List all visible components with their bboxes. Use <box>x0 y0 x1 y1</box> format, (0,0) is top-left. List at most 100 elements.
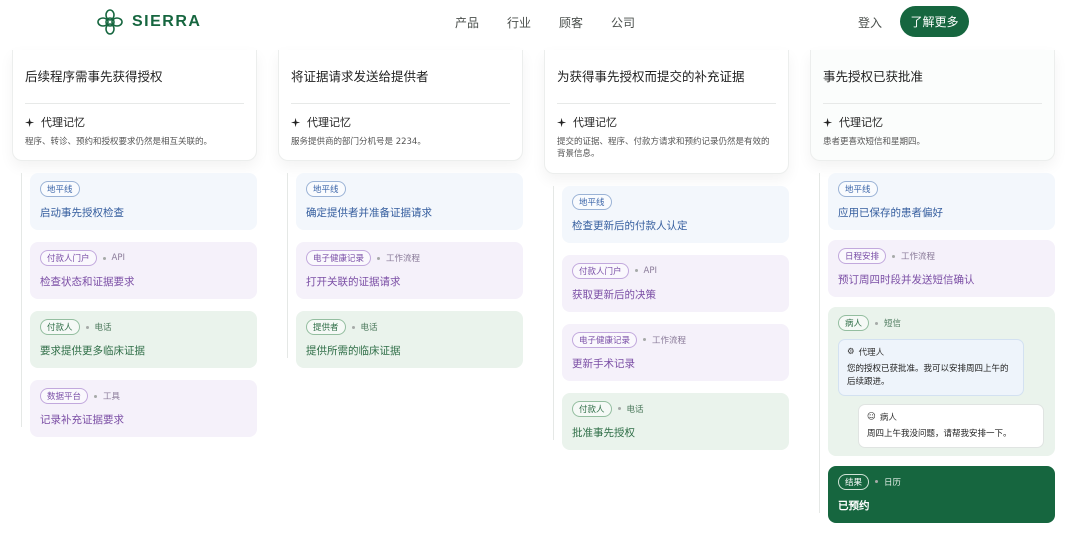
step-kind: 电话 <box>94 323 112 334</box>
memory-row: 代理记忆 <box>557 114 776 130</box>
column-header-card: 后续程序需事先获得授权 代理记忆 程序、转诊、预约和授权要求仍然是相互关联的。 <box>12 50 257 162</box>
source-tag: 电子健康记录 <box>572 331 638 348</box>
column-title: 后续程序需事先获得授权 <box>25 66 244 104</box>
step-kind: API <box>111 253 125 264</box>
sparkle-icon <box>291 117 301 127</box>
step-kind: 短信 <box>884 319 902 330</box>
step-list: 地平线 应用已保存的患者偏好 日程安排 工作流程 预订周四时段并发送短信确认 病人… <box>810 173 1055 523</box>
logo-text: SIERRA <box>132 13 202 30</box>
menu-item-industries[interactable]: 行业 <box>507 14 531 31</box>
agent-message: ⚙ 代理人 您的授权已获批准。我可以安排周四上午的后续跟进。 <box>838 339 1024 396</box>
column-header-card: 为获得事先授权而提交的补充证据 代理记忆 提交的证据、程序、付款方请求和预约记录… <box>544 50 789 174</box>
memory-label: 代理记忆 <box>41 116 85 129</box>
step-text: 检查状态和证据要求 <box>40 276 135 289</box>
result-card: 结果 日历 已预约 <box>828 465 1055 523</box>
step-text: 应用已保存的患者偏好 <box>838 207 943 220</box>
separator-dot <box>892 254 896 258</box>
step-card: 地平线 确定提供者并准备证据请求 <box>296 173 523 231</box>
step-kind: API <box>643 265 657 276</box>
memory-text: 患者更喜欢短信和星期四。 <box>823 137 926 147</box>
agent-message-text: 您的授权已获批准。我可以安排周四上午的后续跟进。 <box>847 364 1009 388</box>
step-text: 获取更新后的决策 <box>572 288 656 301</box>
separator-dot <box>351 325 355 329</box>
separator-dot <box>634 269 638 273</box>
column-title: 为获得事先授权而提交的补充证据 <box>557 66 776 104</box>
separator-dot <box>875 480 879 484</box>
separator-dot <box>875 321 879 325</box>
step-text: 确定提供者并准备证据请求 <box>306 207 432 220</box>
source-tag: 付款人 <box>572 400 612 417</box>
memory-label: 代理记忆 <box>839 116 883 129</box>
memory-row: 代理记忆 <box>291 114 510 130</box>
separator-dot <box>85 325 89 329</box>
step-kind: 工具 <box>103 392 121 403</box>
step-card: 地平线 检查更新后的付款人认定 <box>562 185 789 243</box>
step-text: 预订周四时段并发送短信确认 <box>838 274 975 287</box>
column-title: 将证据请求发送给提供者 <box>291 66 510 104</box>
login-link[interactable]: 登入 <box>858 14 882 31</box>
patient-message: ☺ 病人 周四上午我没问题，请帮我安排一下。 <box>858 403 1044 448</box>
timeline-line <box>21 173 22 428</box>
step-text: 打开关联的证据请求 <box>306 276 401 289</box>
step-kind: 电话 <box>626 404 644 415</box>
step-card: 地平线 应用已保存的患者偏好 <box>828 173 1055 231</box>
workflow-column-1: 后续程序需事先获得授权 代理记忆 程序、转诊、预约和授权要求仍然是相互关联的。 … <box>12 50 257 449</box>
step-list: 地平线 启动事先授权检查 付款人门户 API 检查状态和证据要求 付款人 电话 要求… <box>12 173 257 438</box>
step-kind: 工作流程 <box>901 252 936 263</box>
workflow-column-4: 事先授权已获批准 代理记忆 患者更喜欢短信和星期四。 地平线 应用已保存的患者偏… <box>810 50 1055 535</box>
source-tag: 付款人 <box>40 319 80 336</box>
memory-text: 服务提供商的部门分机号是 2234。 <box>291 137 426 147</box>
memory-row: 代理记忆 <box>25 114 244 130</box>
step-text: 批准事先授权 <box>572 426 635 439</box>
separator-dot <box>643 338 647 342</box>
source-tag: 地平线 <box>572 193 612 210</box>
separator-dot <box>94 394 98 398</box>
source-tag: 电子健康记录 <box>306 250 372 267</box>
step-card: 付款人门户 API 检查状态和证据要求 <box>30 242 257 300</box>
source-tag: 提供者 <box>306 319 346 336</box>
result-tag: 结果 <box>838 473 870 490</box>
source-tag: 付款人门户 <box>572 262 629 279</box>
memory-text: 提交的证据、程序、付款方请求和预约记录仍然是有效的背景信息。 <box>557 137 770 160</box>
logo[interactable]: SIERRA <box>96 8 201 36</box>
source-tag: 数据平台 <box>40 388 89 405</box>
step-text: 更新手术记录 <box>572 357 635 370</box>
sparkle-icon <box>823 117 833 127</box>
source-tag: 地平线 <box>306 181 346 198</box>
step-kind: 电话 <box>360 323 378 334</box>
result-text: 已预约 <box>838 499 870 512</box>
step-text: 提供所需的临床证据 <box>306 345 401 358</box>
menu-item-company[interactable]: 公司 <box>611 14 635 31</box>
step-kind: 工作流程 <box>386 254 421 265</box>
workflow-column-2: 将证据请求发送给提供者 代理记忆 服务提供商的部门分机号是 2234。 地平线 … <box>278 50 523 380</box>
step-list: 地平线 确定提供者并准备证据请求 电子健康记录 工作流程 打开关联的证据请求 提供… <box>278 173 523 369</box>
column-header-card: 将证据请求发送给提供者 代理记忆 服务提供商的部门分机号是 2234。 <box>278 50 523 162</box>
step-text: 要求提供更多临床证据 <box>40 345 145 358</box>
separator-dot <box>617 407 621 411</box>
column-title: 事先授权已获批准 <box>823 66 1042 104</box>
sms-conversation-card: 病人 短信 ⚙ 代理人 您的授权已获批准。我可以安排周四上午的后续跟进。 ☺ 病人 周… <box>828 307 1055 456</box>
learn-more-button[interactable]: 了解更多 <box>900 6 969 37</box>
patient-message-text: 周四上午我没问题，请帮我安排一下。 <box>867 428 1012 439</box>
step-card: 付款人 电话 要求提供更多临床证据 <box>30 311 257 369</box>
result-kind: 日历 <box>884 477 902 488</box>
step-card: 地平线 启动事先授权检查 <box>30 173 257 231</box>
menu-item-products[interactable]: 产品 <box>455 14 479 31</box>
step-card: 付款人门户 API 获取更新后的决策 <box>562 254 789 312</box>
menu-item-customers[interactable]: 顾客 <box>559 14 583 31</box>
step-card: 电子健康记录 工作流程 更新手术记录 <box>562 323 789 381</box>
memory-row: 代理记忆 <box>823 114 1042 130</box>
source-tag: 病人 <box>838 315 870 332</box>
step-text: 启动事先授权检查 <box>40 207 124 220</box>
top-nav: SIERRA 产品 行业 顾客 公司 登入 了解更多 <box>0 0 1080 44</box>
source-tag: 日程安排 <box>838 248 887 265</box>
step-text: 检查更新后的付款人认定 <box>572 219 688 232</box>
patient-icon: ☺ <box>867 411 876 422</box>
step-card: 数据平台 工具 记录补充证据要求 <box>30 380 257 438</box>
timeline-line <box>819 173 820 513</box>
source-tag: 付款人门户 <box>40 250 97 267</box>
sparkle-icon <box>557 117 567 127</box>
step-card: 日程安排 工作流程 预订周四时段并发送短信确认 <box>828 240 1055 298</box>
agent-icon: ⚙ <box>847 347 855 358</box>
timeline-line <box>553 185 554 440</box>
